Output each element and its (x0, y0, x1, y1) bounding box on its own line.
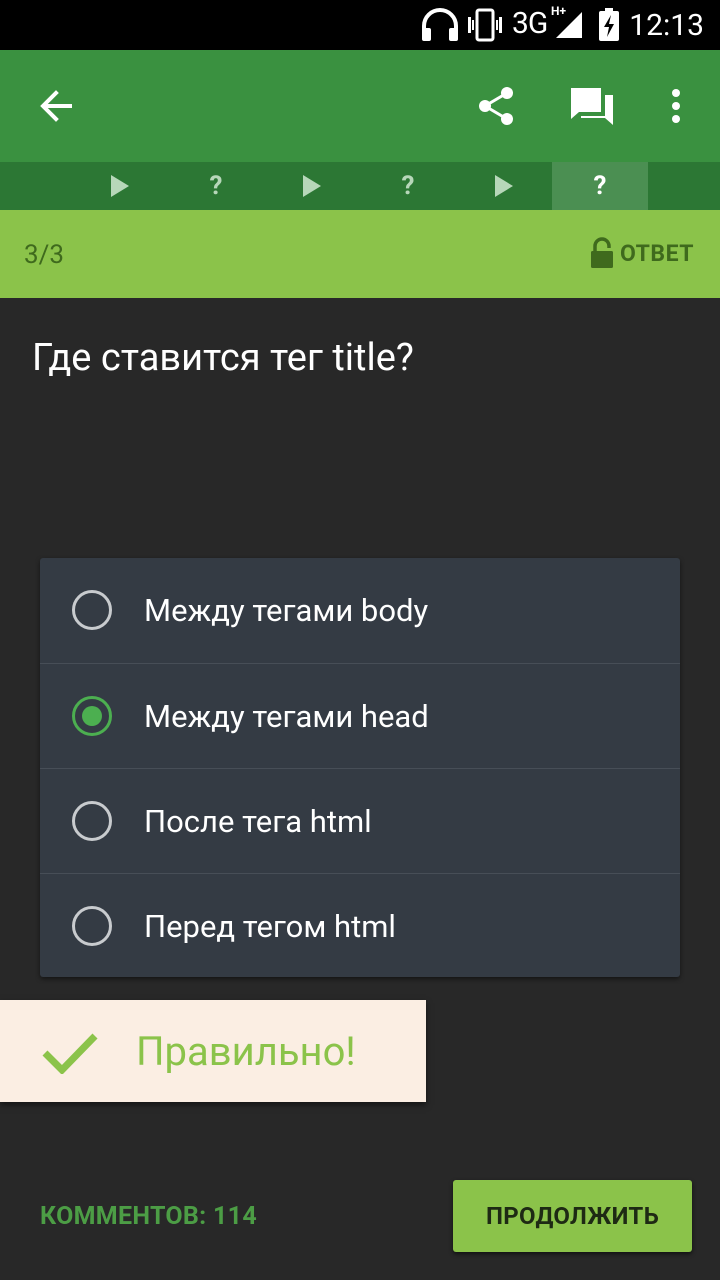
answer-options: Между тегами body Между тегами head Посл… (40, 558, 680, 977)
continue-label: ПРОДОЛЖИТЬ (485, 1202, 659, 1230)
app-bar (0, 50, 720, 162)
vibrate-icon (468, 8, 502, 42)
headphones-icon (422, 8, 458, 41)
menu-button[interactable] (648, 50, 704, 162)
signal-icon (556, 12, 582, 38)
comments-button[interactable] (556, 50, 628, 162)
question-counter: 3/3 (24, 240, 64, 270)
step-label: ? (401, 171, 415, 201)
step-question-3[interactable]: ? (552, 162, 648, 210)
clock: 12:13 (629, 8, 704, 43)
share-icon (479, 87, 513, 125)
option-item[interactable]: Между тегами head (40, 663, 680, 768)
question-counter-bar: 3/3 ОТВЕТ (0, 210, 720, 298)
back-button[interactable] (20, 50, 92, 162)
option-item[interactable]: После тега html (40, 768, 680, 873)
radio-button-selected[interactable] (72, 696, 112, 736)
lesson-progress: ? ? ? (0, 162, 720, 210)
battery-charging-icon (599, 8, 619, 41)
comments-link[interactable]: КОММЕНТОВ: 114 (40, 1202, 257, 1231)
share-button[interactable] (460, 50, 532, 162)
result-text: Правильно! (136, 1027, 356, 1075)
option-label: Между тегами head (144, 697, 429, 735)
step-label: ? (593, 171, 607, 201)
arrow-left-icon (40, 90, 72, 122)
play-icon (111, 175, 129, 197)
step-theory-1[interactable] (72, 162, 168, 210)
radio-button[interactable] (72, 801, 112, 841)
option-item[interactable]: Между тегами body (40, 558, 680, 663)
option-label: Перед тегом html (144, 907, 396, 945)
option-label: После тега html (144, 802, 372, 840)
status-bar: 3G H+ 12:13 (0, 0, 720, 50)
forum-icon (571, 88, 613, 125)
check-icon (42, 1033, 98, 1074)
play-icon (495, 175, 513, 197)
network-type: 3G (512, 6, 548, 41)
more-vert-icon (672, 89, 680, 123)
radio-button[interactable] (72, 590, 112, 630)
radio-button[interactable] (72, 906, 112, 946)
play-icon (303, 175, 321, 197)
step-label: ? (209, 171, 223, 201)
step-theory-3[interactable] (456, 162, 552, 210)
option-item[interactable]: Перед тегом html (40, 873, 680, 978)
show-answer-button[interactable]: ОТВЕТ (590, 236, 694, 270)
result-banner: Правильно! (0, 1000, 426, 1102)
lock-icon (591, 237, 614, 268)
option-label: Между тегами body (144, 592, 429, 629)
question-text: Где ставится тег title? (32, 336, 414, 380)
continue-button[interactable]: ПРОДОЛЖИТЬ (453, 1180, 692, 1252)
show-answer-label: ОТВЕТ (620, 239, 694, 267)
step-question-2[interactable]: ? (360, 162, 456, 210)
step-theory-2[interactable] (264, 162, 360, 210)
step-question-1[interactable]: ? (168, 162, 264, 210)
